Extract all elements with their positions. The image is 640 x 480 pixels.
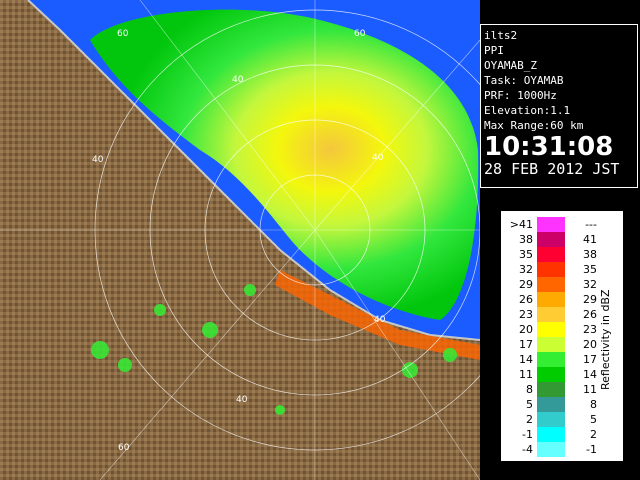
legend-low-value: >41 — [509, 218, 533, 231]
legend-swatch — [537, 382, 565, 397]
legend-title: Reflectivity in dBZ — [599, 289, 612, 391]
legend-low-value: 2 — [526, 413, 533, 426]
legend-swatch — [537, 427, 565, 442]
legend-row: -1 2 — [509, 427, 601, 442]
range-label: 60 — [118, 443, 130, 453]
legend-low-value: 32 — [519, 263, 533, 276]
reflectivity-legend: >41 --- 38 41 35 38 32 35 29 32 26 29 23 26 20 23 17 20 14… — [500, 210, 624, 462]
legend-row: 11 14 — [509, 367, 601, 382]
legend-row: 29 32 — [509, 277, 601, 292]
legend-row: 58 — [509, 397, 601, 412]
legend-high-value: 41 — [583, 233, 597, 246]
legend-row: 14 17 — [509, 352, 601, 367]
legend-row: >41 --- — [509, 217, 601, 232]
legend-high-value: 32 — [583, 278, 597, 291]
legend-high-value: 5 — [590, 413, 597, 426]
legend-swatch — [537, 232, 565, 247]
range-label: 40 — [92, 155, 104, 165]
info-line: OYAMAB_Z — [484, 59, 537, 72]
info-line: Task: OYAMAB — [484, 74, 564, 87]
legend-high-value: 20 — [583, 338, 597, 351]
legend-swatch — [537, 397, 565, 412]
legend-row: 17 20 — [509, 337, 601, 352]
legend-row: -4 -1 — [509, 442, 601, 457]
legend-row: 26 29 — [509, 292, 601, 307]
legend-swatch — [537, 217, 565, 232]
legend-swatch — [537, 337, 565, 352]
legend-swatch — [537, 307, 565, 322]
legend-low-value: 23 — [519, 308, 533, 321]
legend-high-value: 2 — [590, 428, 597, 441]
legend-high-value: 38 — [583, 248, 597, 261]
range-label: 60 — [117, 29, 129, 39]
range-label: 40 — [236, 395, 248, 405]
legend-low-value: 35 — [519, 248, 533, 261]
legend-low-value: 29 — [519, 278, 533, 291]
scan-time: 10:31:08 — [484, 132, 614, 162]
legend-swatch — [537, 367, 565, 382]
legend-low-value: 20 — [519, 323, 533, 336]
legend-swatch — [537, 262, 565, 277]
legend-swatch — [537, 442, 565, 457]
legend-high-value: 8 — [590, 398, 597, 411]
legend-swatch — [537, 292, 565, 307]
legend-high-value: 26 — [583, 308, 597, 321]
legend-row: 32 35 — [509, 262, 601, 277]
legend-low-value: 26 — [519, 293, 533, 306]
legend-low-value: 38 — [519, 233, 533, 246]
legend-swatch — [537, 247, 565, 262]
legend-swatch — [537, 277, 565, 292]
legend-high-value: 23 — [583, 323, 597, 336]
legend-high-value: 29 — [583, 293, 597, 306]
range-label: 40 — [372, 153, 384, 163]
legend-swatch — [537, 322, 565, 337]
legend-low-value: -1 — [522, 428, 533, 441]
range-label: 40 — [232, 75, 244, 85]
legend-swatch — [537, 352, 565, 367]
legend-row: 35 38 — [509, 247, 601, 262]
legend-swatch — [537, 412, 565, 427]
legend-low-value: 11 — [519, 368, 533, 381]
range-label: 60 — [354, 29, 366, 39]
legend-high-value: 14 — [583, 368, 597, 381]
info-line: PPI — [484, 44, 504, 57]
radar-ppi-map: 60 60 40 40 40 40 40 60 — [0, 0, 480, 480]
info-line: PRF: 1000Hz — [484, 89, 557, 102]
legend-high-value: 17 — [583, 353, 597, 366]
legend-low-value: 17 — [519, 338, 533, 351]
legend-low-value: 14 — [519, 353, 533, 366]
legend-low-value: -4 — [522, 443, 533, 456]
legend-high-value: --- — [585, 218, 597, 231]
legend-row: 25 — [509, 412, 601, 427]
info-line: Elevation:1.1 — [484, 104, 571, 117]
legend-low-value: 5 — [526, 398, 533, 411]
info-line: ilts2 — [484, 29, 518, 42]
legend-row: 20 23 — [509, 322, 601, 337]
legend-low-value: 8 — [526, 383, 533, 396]
legend-row: 38 41 — [509, 232, 601, 247]
scan-date: 28 FEB 2012 JST — [484, 160, 620, 178]
range-label: 40 — [374, 315, 386, 325]
legend-high-value: 35 — [583, 263, 597, 276]
info-line: Max Range:60 km — [484, 119, 584, 132]
scan-info-panel: ilts2 PPI OYAMAB_Z Task: OYAMAB PRF: 100… — [480, 24, 638, 188]
legend-row: 8 11 — [509, 382, 601, 397]
legend-high-value: -1 — [586, 443, 597, 456]
legend-high-value: 11 — [583, 383, 597, 396]
legend-row: 23 26 — [509, 307, 601, 322]
